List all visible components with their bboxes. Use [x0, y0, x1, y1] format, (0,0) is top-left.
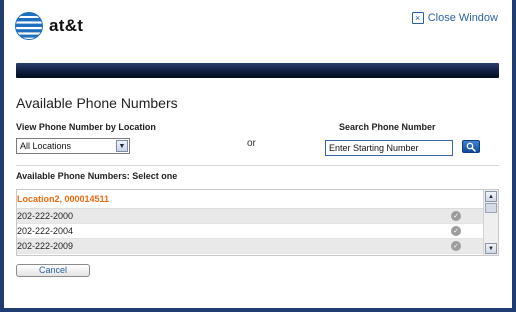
- search-icon: [466, 142, 476, 152]
- brand-name: at&t: [49, 16, 84, 35]
- location-select-value: All Locations: [20, 141, 72, 151]
- list-item[interactable]: 202-222-2000 ✓: [17, 209, 483, 224]
- list-item[interactable]: 202-222-2004 ✓: [17, 224, 483, 239]
- page-title: Available Phone Numbers: [16, 95, 178, 111]
- search-button[interactable]: [462, 140, 480, 153]
- search-input[interactable]: [325, 140, 453, 156]
- list-scrollbar[interactable]: ▲ ▼: [483, 190, 498, 255]
- location-group-label: Location2, 000014511: [17, 194, 110, 204]
- window-frame-right: [512, 0, 516, 312]
- scroll-thumb[interactable]: [485, 203, 497, 213]
- available-numbers-label: Available Phone Numbers: Select one: [16, 171, 178, 181]
- location-group-header: Location2, 000014511: [17, 190, 483, 209]
- window-frame-bottom: [0, 308, 516, 312]
- att-logo: at&t: [14, 11, 83, 41]
- phone-number: 202-222-2009: [17, 241, 74, 251]
- chevron-down-icon[interactable]: ▼: [116, 140, 128, 152]
- phone-number-rows: 202-222-2000 ✓ 202-222-2004 ✓ 202-222-20…: [17, 209, 483, 254]
- close-icon[interactable]: ×: [411, 12, 424, 24]
- window-frame-left: [0, 0, 4, 312]
- check-circle-icon[interactable]: ✓: [451, 226, 461, 236]
- att-globe-icon: [15, 12, 43, 40]
- search-label: Search Phone Number: [339, 122, 436, 132]
- section-divider: [16, 165, 499, 166]
- location-select[interactable]: All Locations ▼: [16, 138, 130, 154]
- list-item[interactable]: 202-222-2009 ✓: [17, 239, 483, 254]
- scroll-up-button[interactable]: ▲: [485, 191, 497, 202]
- or-separator: or: [247, 138, 256, 149]
- close-window-label[interactable]: Close Window: [428, 12, 498, 24]
- phone-number: 202-222-2004: [17, 226, 74, 236]
- check-circle-icon[interactable]: ✓: [451, 211, 461, 221]
- header-banner: [16, 63, 499, 78]
- cancel-button[interactable]: Cancel: [16, 264, 90, 277]
- location-filter-label: View Phone Number by Location: [16, 122, 156, 132]
- check-circle-icon[interactable]: ✓: [451, 241, 461, 251]
- phone-number: 202-222-2000: [17, 211, 74, 221]
- close-window-link[interactable]: × Close Window: [411, 12, 498, 24]
- phone-number-list[interactable]: Location2, 000014511 202-222-2000 ✓ 202-…: [16, 189, 499, 256]
- scroll-down-button[interactable]: ▼: [485, 243, 497, 254]
